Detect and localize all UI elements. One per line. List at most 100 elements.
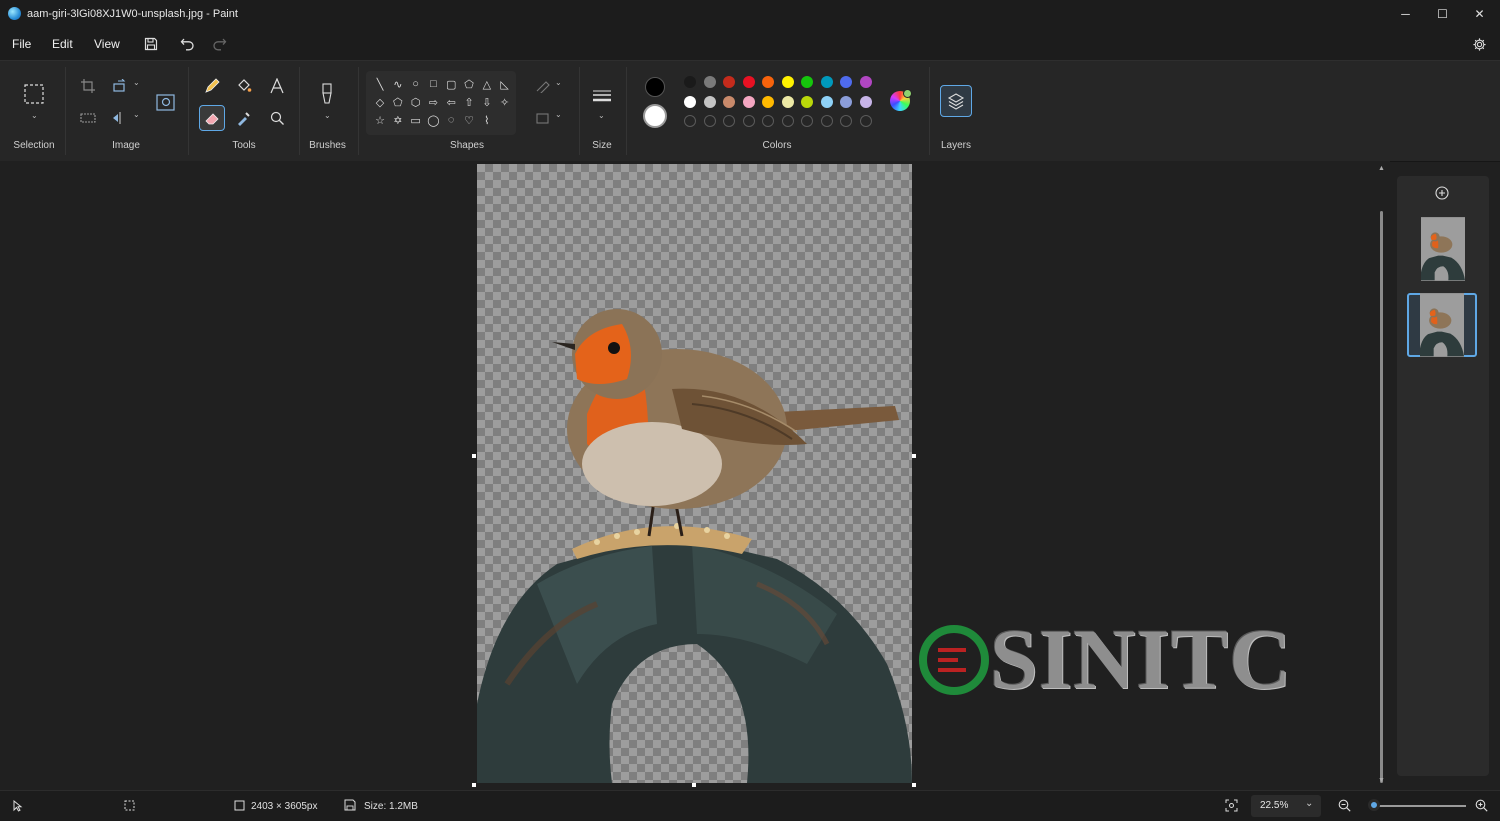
- custom-color-slot[interactable]: [703, 115, 716, 127]
- scroll-up-arrow-icon[interactable]: ▲: [1378, 165, 1385, 172]
- shape-item-icon[interactable]: ╲: [372, 76, 388, 92]
- custom-color-slot[interactable]: [781, 115, 794, 127]
- flip-chevron-down-icon[interactable]: ⌄: [133, 110, 140, 119]
- custom-color-slot[interactable]: [723, 115, 735, 127]
- scroll-down-arrow-icon[interactable]: ▼: [1378, 777, 1385, 784]
- fill-style-icon[interactable]: [530, 105, 556, 131]
- shape-item-icon[interactable]: ⬡: [408, 94, 424, 110]
- resize-handle-bottom-left[interactable]: [472, 783, 476, 787]
- shape-item-icon[interactable]: ⌇: [479, 112, 495, 128]
- zoom-dropdown[interactable]: 22.5% ⌄: [1251, 795, 1321, 817]
- shape-item-icon[interactable]: ✡: [390, 112, 406, 128]
- rotate-icon[interactable]: [107, 73, 133, 99]
- shape-item-icon[interactable]: ⇧: [461, 94, 477, 110]
- zoom-in-icon[interactable]: [1475, 799, 1488, 815]
- undo-icon[interactable]: [176, 33, 198, 55]
- size-chevron-down-icon[interactable]: ⌄: [598, 111, 605, 120]
- fit-to-window-icon[interactable]: [1225, 799, 1238, 815]
- shape-item-icon[interactable]: ⇨: [425, 94, 441, 110]
- pencil-icon[interactable]: [199, 73, 225, 99]
- rectangle-select-icon[interactable]: [21, 81, 47, 107]
- rotate-chevron-down-icon[interactable]: ⌄: [133, 78, 140, 87]
- canvas-image[interactable]: [477, 164, 912, 783]
- shape-item-icon[interactable]: ⬠: [390, 94, 406, 110]
- outline-style-icon[interactable]: [530, 73, 556, 99]
- palette-color-swatch[interactable]: [840, 95, 852, 108]
- shape-item-icon[interactable]: ⇦: [443, 94, 459, 110]
- resize-handle-bottom-right[interactable]: [912, 783, 916, 787]
- redo-icon[interactable]: [208, 33, 230, 55]
- secondary-color-swatch[interactable]: [643, 104, 667, 128]
- palette-color-swatch[interactable]: [762, 95, 774, 108]
- fill-chevron-down-icon[interactable]: ⌄: [555, 110, 562, 119]
- palette-color-swatch[interactable]: [820, 76, 833, 88]
- palette-color-swatch[interactable]: [820, 95, 833, 108]
- palette-color-swatch[interactable]: [742, 95, 755, 108]
- zoom-slider-thumb[interactable]: [1367, 799, 1380, 811]
- shape-item-icon[interactable]: ◯: [425, 112, 441, 128]
- fill-bucket-icon[interactable]: [231, 73, 257, 99]
- palette-color-swatch[interactable]: [742, 76, 755, 88]
- palette-color-swatch[interactable]: [723, 95, 735, 108]
- layer-thumbnail-2[interactable]: [1420, 293, 1464, 357]
- custom-color-slot[interactable]: [859, 115, 872, 127]
- outline-chevron-down-icon[interactable]: ⌄: [555, 78, 562, 87]
- brush-icon[interactable]: [314, 81, 340, 107]
- vertical-scrollbar[interactable]: ▲ ▼: [1378, 165, 1386, 787]
- selection-chevron-down-icon[interactable]: ⌄: [31, 111, 38, 120]
- layers-icon[interactable]: [940, 85, 972, 117]
- resize-icon[interactable]: [75, 105, 101, 131]
- custom-color-slot[interactable]: [820, 115, 833, 127]
- flip-icon[interactable]: [107, 105, 133, 131]
- minimize-button[interactable]: ─: [1387, 0, 1424, 28]
- palette-color-swatch[interactable]: [684, 95, 696, 108]
- shape-item-icon[interactable]: ◇: [372, 94, 388, 110]
- resize-handle-bottom[interactable]: [692, 783, 696, 787]
- palette-color-swatch[interactable]: [801, 76, 813, 88]
- shape-item-icon[interactable]: ◌: [443, 112, 459, 128]
- palette-color-swatch[interactable]: [859, 95, 872, 108]
- magnifier-icon[interactable]: [264, 105, 290, 131]
- palette-color-swatch[interactable]: [801, 95, 813, 108]
- shape-item-icon[interactable]: ⬠: [461, 76, 477, 92]
- crop-icon[interactable]: [75, 73, 101, 99]
- scrollbar-thumb[interactable]: [1380, 211, 1383, 783]
- palette-color-swatch[interactable]: [703, 76, 716, 88]
- eraser-icon[interactable]: [199, 105, 225, 131]
- shape-item-icon[interactable]: ▭: [408, 112, 424, 128]
- menu-edit[interactable]: Edit: [52, 37, 73, 51]
- layer-thumbnail-1[interactable]: [1421, 217, 1465, 281]
- shape-item-icon[interactable]: ☆: [372, 112, 388, 128]
- palette-color-swatch[interactable]: [703, 95, 716, 108]
- shape-item-icon[interactable]: □: [425, 76, 441, 92]
- custom-color-slot[interactable]: [742, 115, 755, 127]
- stroke-size-icon[interactable]: [589, 83, 615, 109]
- primary-color-swatch[interactable]: [645, 77, 665, 97]
- color-wheel-icon[interactable]: [890, 89, 912, 111]
- palette-color-swatch[interactable]: [840, 76, 852, 88]
- remove-background-icon[interactable]: [153, 89, 179, 115]
- shape-item-icon[interactable]: ▢: [443, 76, 459, 92]
- palette-color-swatch[interactable]: [859, 76, 872, 88]
- shape-item-icon[interactable]: △: [479, 76, 495, 92]
- save-icon[interactable]: [140, 33, 162, 55]
- palette-color-swatch[interactable]: [781, 95, 794, 108]
- shape-item-icon[interactable]: ♡: [461, 112, 477, 128]
- palette-color-swatch[interactable]: [684, 76, 696, 88]
- palette-color-swatch[interactable]: [762, 76, 774, 88]
- layer-item-selected[interactable]: [1407, 293, 1477, 357]
- settings-gear-icon[interactable]: [1468, 33, 1490, 55]
- brushes-chevron-down-icon[interactable]: ⌄: [324, 111, 331, 120]
- menu-view[interactable]: View: [94, 37, 120, 51]
- zoom-out-icon[interactable]: [1338, 799, 1351, 815]
- shape-item-icon[interactable]: ◺: [497, 76, 513, 92]
- shape-item-icon[interactable]: ○: [408, 76, 424, 92]
- resize-handle-left[interactable]: [472, 454, 476, 458]
- shape-item-icon[interactable]: ✧: [497, 94, 513, 110]
- shape-item-icon[interactable]: ⇩: [479, 94, 495, 110]
- zoom-slider-track[interactable]: [1370, 805, 1466, 807]
- resize-handle-right[interactable]: [912, 454, 916, 458]
- maximize-button[interactable]: ☐: [1424, 0, 1461, 28]
- custom-color-slot[interactable]: [801, 115, 813, 127]
- shape-item-icon[interactable]: ∿: [390, 76, 406, 92]
